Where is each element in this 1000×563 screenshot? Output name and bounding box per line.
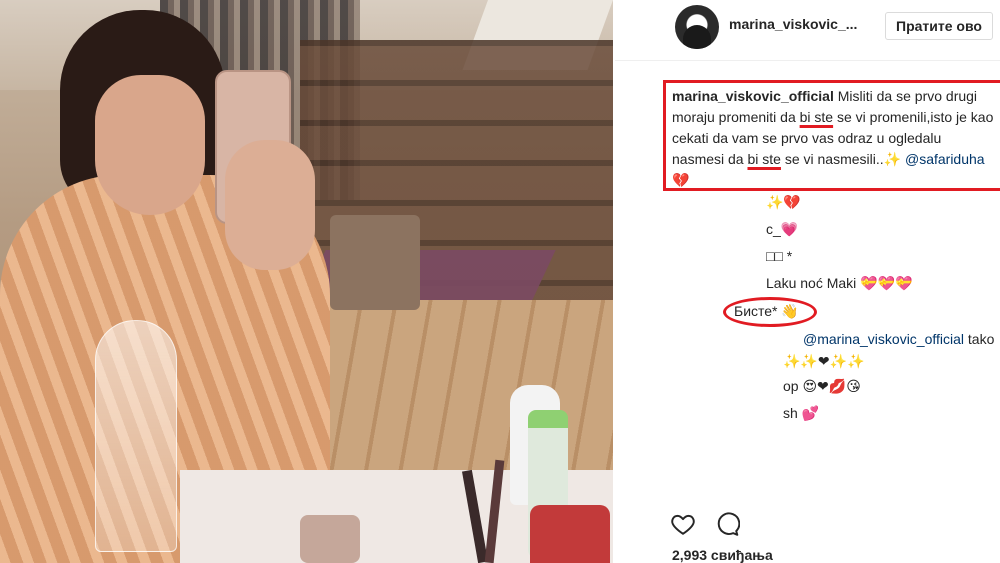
comment-mention[interactable]: @marina_viskovic_official — [803, 331, 964, 347]
comment-text: tako — [964, 331, 995, 347]
comment-bubble-icon[interactable] — [714, 511, 740, 537]
comment: ✨💔 — [766, 194, 801, 210]
post-username[interactable]: marina_viskovic_... — [729, 16, 857, 32]
comment: □□ * — [766, 248, 793, 264]
comment: op 😍❤💋😘 — [783, 378, 861, 394]
comment-biste: Бисте* 👋 — [734, 303, 799, 319]
photo-ottoman — [330, 215, 420, 310]
likes-count[interactable]: 2,993 свиђања — [672, 547, 773, 563]
comment: sh 💕 — [783, 405, 820, 421]
heart-icon[interactable] — [670, 511, 696, 537]
header-divider — [615, 60, 1000, 61]
comment: c_💗 — [766, 221, 799, 237]
caption-mention[interactable]: @safariduha — [905, 151, 985, 167]
photo-lipstick — [530, 505, 610, 563]
caption-highlight-bi-ste: bi ste — [747, 151, 781, 167]
caption-author[interactable]: marina_viskovic_official — [672, 88, 834, 104]
photo-hand — [225, 140, 315, 270]
post-caption: marina_viskovic_official Misliti da se p… — [672, 86, 997, 191]
photo-jar — [300, 515, 360, 563]
post-actions — [670, 511, 740, 539]
post-photo[interactable] — [0, 0, 613, 563]
comment: Laku noć Maki 💝💝💝 — [766, 275, 913, 291]
avatar[interactable] — [675, 5, 719, 49]
caption-emoji: 💔 — [672, 172, 690, 188]
comment: ✨✨❤✨✨ — [783, 353, 865, 369]
photo-wine-glass — [95, 320, 177, 552]
photo-face — [95, 75, 205, 215]
follow-button[interactable]: Пратите ово — [885, 12, 993, 40]
caption-text: se vi nasmesili..✨ — [780, 151, 905, 167]
comment: @marina_viskovic_official tako — [803, 330, 994, 348]
caption-highlight-bi-ste: bi ste — [799, 109, 834, 125]
